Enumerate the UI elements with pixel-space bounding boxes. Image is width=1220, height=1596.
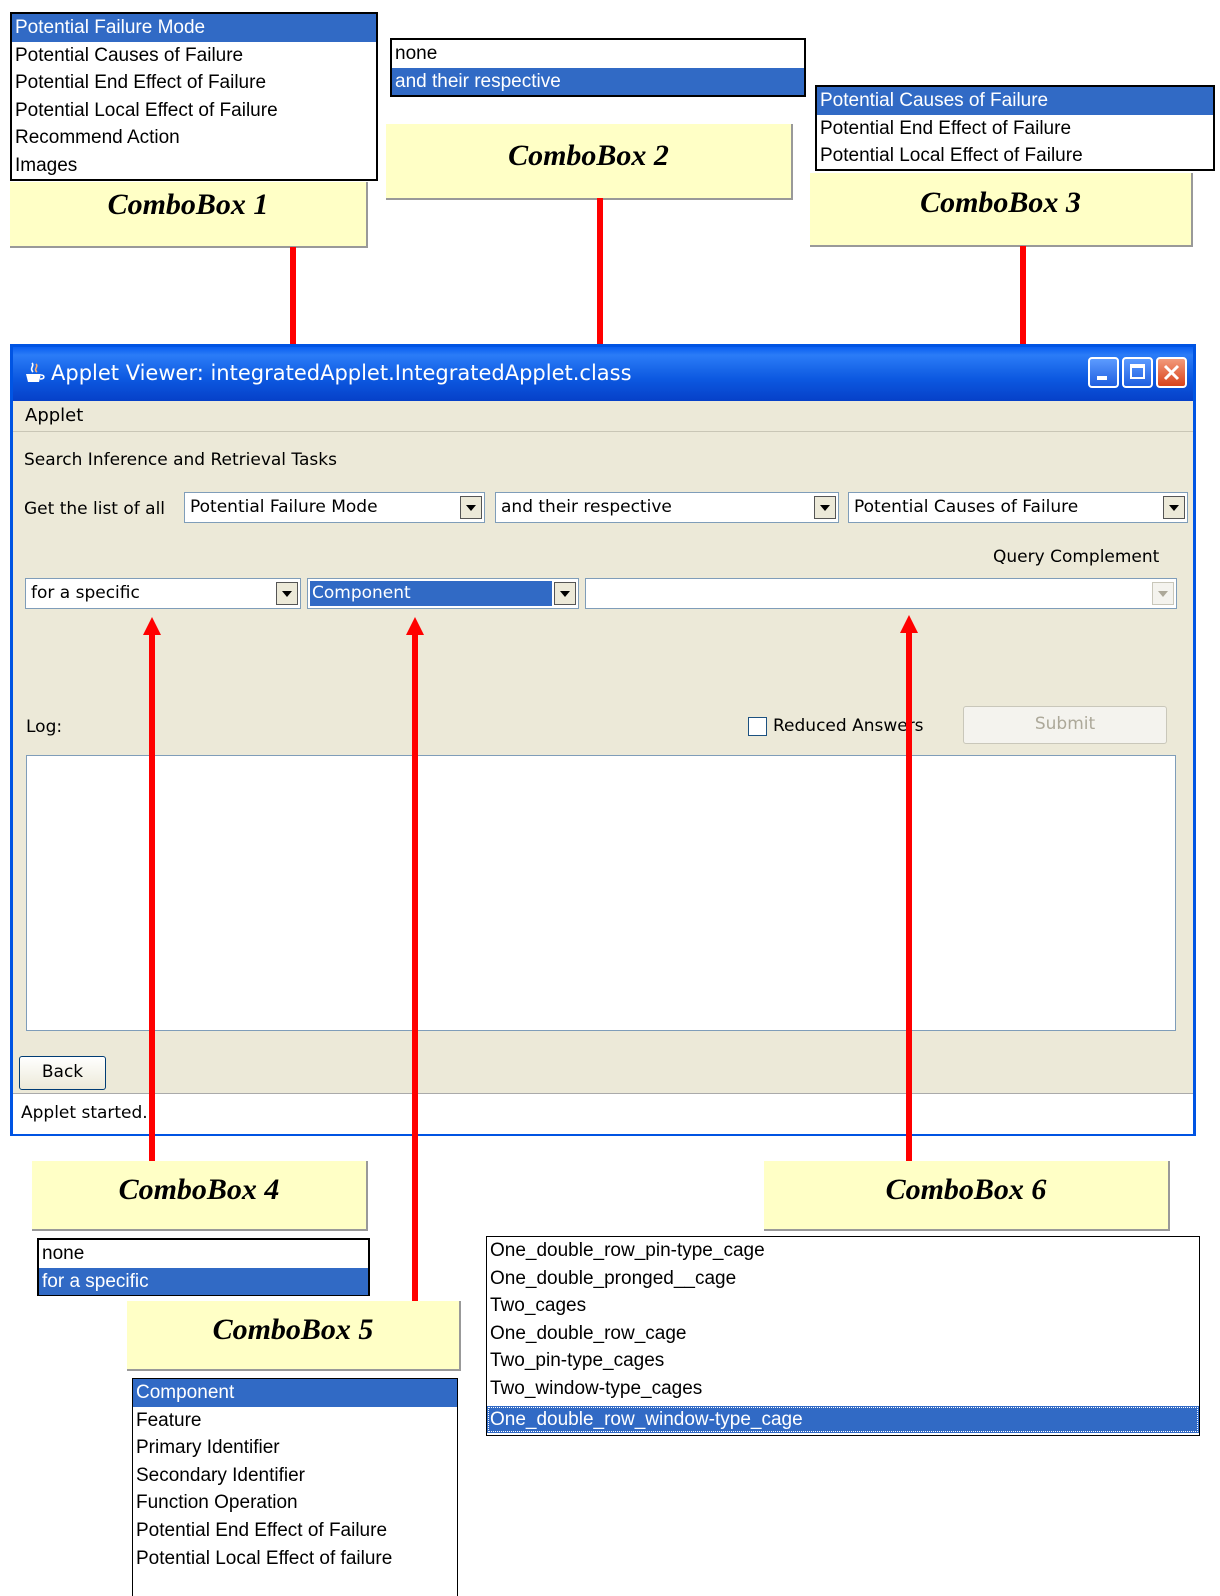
close-icon (1163, 364, 1180, 381)
combobox-3-value: Potential Causes of Failure (854, 497, 1079, 517)
applet-window: Applet Viewer: integratedApplet.Integrat… (10, 344, 1196, 1136)
list-item[interactable]: none (39, 1240, 368, 1268)
list-item[interactable]: and their respective (392, 67, 804, 96)
applet-client-area: Applet Search Inference and Retrieval Ta… (13, 401, 1193, 1134)
get-list-label: Get the list of all (24, 499, 166, 519)
list-item[interactable]: Images (12, 152, 376, 180)
combobox-1-value: Potential Failure Mode (190, 497, 378, 517)
reduced-answers-label: Reduced Answers (773, 716, 924, 736)
list-item[interactable]: Component (133, 1379, 457, 1407)
combobox-3[interactable]: Potential Causes of Failure (848, 492, 1188, 523)
combobox-5-list[interactable]: Component Feature Primary Identifier Sec… (132, 1378, 458, 1596)
maximize-button[interactable] (1122, 357, 1153, 388)
combobox-4-value: for a specific (31, 583, 140, 603)
combobox-4[interactable]: for a specific (25, 578, 301, 609)
combobox-5[interactable]: Component (307, 578, 579, 609)
list-item[interactable]: One_double_row_cage (487, 1320, 1199, 1348)
callout-combobox-2: ComboBox 2 (386, 124, 793, 200)
list-item[interactable]: Potential Causes of Failure (817, 87, 1213, 115)
callout-combobox-5: ComboBox 5 (127, 1301, 461, 1371)
combobox-2-list[interactable]: none and their respective (390, 38, 806, 97)
list-item[interactable]: Potential Local Effect of failure (133, 1545, 457, 1573)
arrow-4 (149, 633, 155, 1161)
combobox-1-list[interactable]: Potential Failure Mode Potential Causes … (10, 12, 378, 181)
chevron-down-icon[interactable] (554, 582, 576, 605)
list-item[interactable]: Potential End Effect of Failure (12, 69, 376, 97)
list-item[interactable]: Potential Failure Mode (12, 14, 376, 42)
chevron-down-icon[interactable] (276, 582, 298, 605)
java-cup-icon (26, 362, 45, 382)
list-item[interactable]: Secondary Identifier (133, 1462, 457, 1490)
reduced-answers-checkbox[interactable] (748, 717, 767, 736)
callout-combobox-6: ComboBox 6 (764, 1161, 1170, 1231)
list-item[interactable]: Potential Local Effect of Failure (817, 142, 1213, 170)
list-item[interactable]: Two_pin-type_cages (487, 1347, 1199, 1375)
list-item[interactable]: Potential Causes of Failure (12, 42, 376, 70)
callout-combobox-3: ComboBox 3 (810, 173, 1193, 247)
arrow-6 (906, 631, 912, 1161)
chevron-down-icon[interactable] (1163, 496, 1185, 519)
combobox-6-list[interactable]: One_double_row_pin-type_cage One_double_… (486, 1236, 1200, 1436)
combobox-2-value: and their respective (501, 497, 672, 517)
combobox-1[interactable]: Potential Failure Mode (184, 492, 485, 523)
combobox-6[interactable] (585, 578, 1177, 609)
list-item[interactable]: One_double_row_window-type_cage (487, 1405, 1199, 1434)
back-button[interactable]: Back (19, 1056, 106, 1090)
window-title: Applet Viewer: integratedApplet.Integrat… (51, 361, 632, 385)
log-label: Log: (26, 717, 63, 737)
query-complement-label: Query Complement (993, 547, 1160, 567)
combobox-3-list[interactable]: Potential Causes of Failure Potential En… (815, 85, 1215, 171)
section-title: Search Inference and Retrieval Tasks (24, 450, 337, 470)
list-item[interactable]: Primary Identifier (133, 1434, 457, 1462)
chevron-down-icon[interactable] (1152, 582, 1174, 605)
list-item[interactable]: Potential End Effect of Failure (817, 115, 1213, 143)
list-item[interactable]: Potential End Effect of Failure (133, 1517, 457, 1545)
menu-bar: Applet (13, 401, 1193, 432)
close-button[interactable] (1156, 357, 1187, 388)
list-item[interactable]: Potential Local Effect of Failure (12, 97, 376, 125)
list-item[interactable]: Feature (133, 1407, 457, 1435)
minimize-button[interactable] (1088, 357, 1119, 388)
list-item[interactable]: One_double_row_pin-type_cage (487, 1237, 1199, 1265)
callout-combobox-1: ComboBox 1 (10, 182, 368, 248)
status-bar: Applet started. (13, 1093, 1193, 1134)
list-item[interactable]: none (392, 40, 804, 68)
chevron-down-icon[interactable] (814, 496, 836, 519)
list-item[interactable]: Two_cages (487, 1292, 1199, 1320)
callout-combobox-4: ComboBox 4 (32, 1161, 368, 1231)
submit-button[interactable]: Submit (963, 706, 1167, 744)
combobox-4-list[interactable]: none for a specific (37, 1238, 370, 1296)
list-item[interactable]: Two_window-type_cages (487, 1375, 1199, 1403)
list-item[interactable]: Recommend Action (12, 124, 376, 152)
combobox-5-value: Component (310, 581, 552, 606)
arrow-5 (412, 633, 418, 1333)
list-item[interactable]: One_double_pronged__cage (487, 1265, 1199, 1293)
list-item[interactable]: Function Operation (133, 1489, 457, 1517)
log-textarea[interactable] (26, 755, 1176, 1031)
status-text: Applet started. (21, 1103, 148, 1123)
list-item[interactable]: for a specific (39, 1267, 368, 1296)
title-bar[interactable]: Applet Viewer: integratedApplet.Integrat… (13, 347, 1193, 401)
chevron-down-icon[interactable] (460, 496, 482, 519)
menu-applet[interactable]: Applet (25, 405, 83, 426)
combobox-2[interactable]: and their respective (495, 492, 839, 523)
